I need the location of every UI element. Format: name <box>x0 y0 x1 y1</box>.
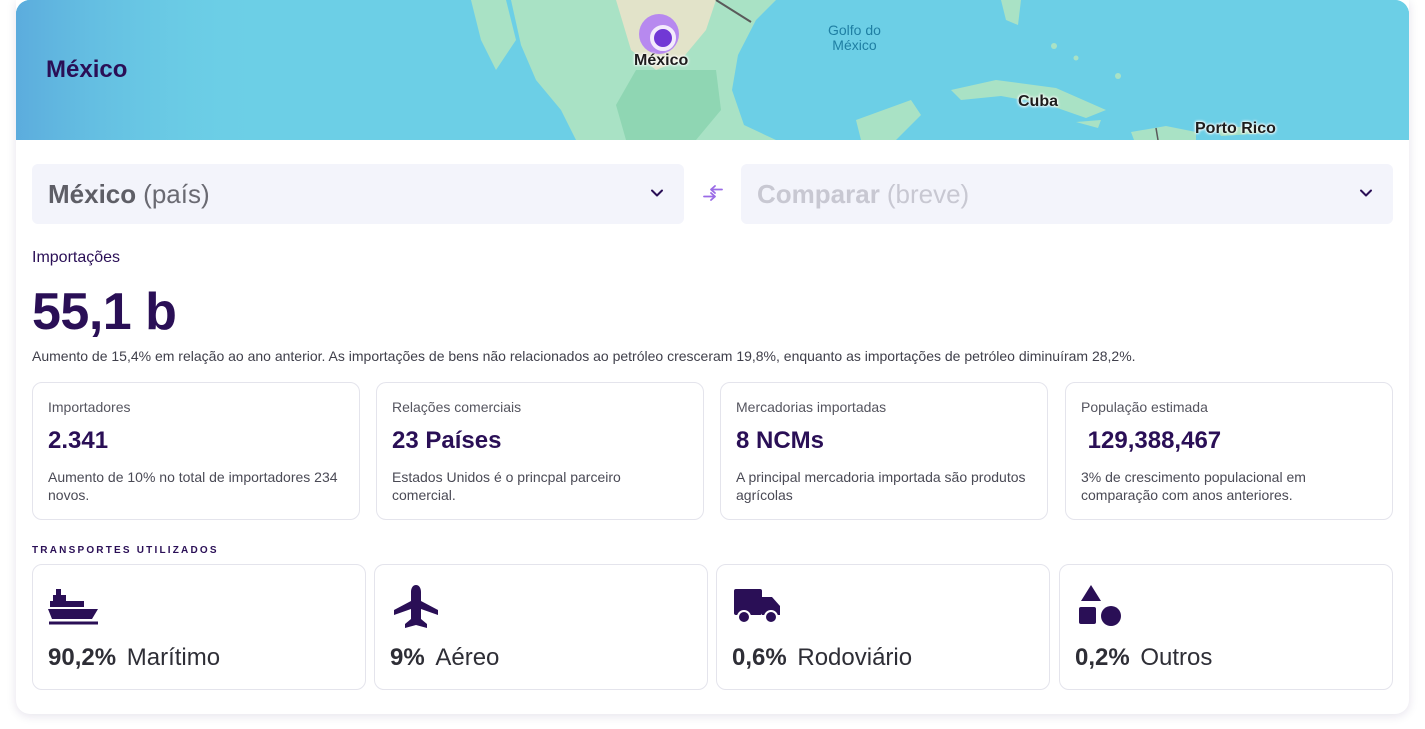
stat-label: População estimada <box>1081 399 1208 415</box>
stat-card-importers: Importadores 2.341 Aumento de 10% no tot… <box>32 382 360 520</box>
country-overview-card: México México Golfo do México Cuba Porto… <box>16 0 1409 714</box>
transport-name: Aéreo <box>435 644 500 671</box>
transport-line: 9% Aéreo <box>390 644 692 672</box>
stat-label: Mercadorias importadas <box>736 399 887 415</box>
transport-percent: 0,6% <box>732 644 787 671</box>
imports-value: 55,1 b <box>32 283 177 341</box>
map-title: México <box>46 56 128 83</box>
map-label-puerto-rico: Porto Rico <box>1195 120 1276 137</box>
country-select-name: México <box>48 178 137 209</box>
stat-card-goods: Mercadorias importadas 8 NCMs A principa… <box>720 382 1048 520</box>
transport-line: 90,2% Marítimo <box>48 644 350 672</box>
shapes-icon <box>1079 585 1121 626</box>
stat-label: Relações comerciais <box>392 399 522 415</box>
stat-note: Aumento de 10% no total de importadores … <box>48 469 338 503</box>
transport-name: Marítimo <box>126 644 221 671</box>
ship-icon <box>48 589 98 625</box>
swap-arrows-icon[interactable] <box>702 184 724 202</box>
stat-label: Importadores <box>48 399 131 415</box>
truck-icon <box>734 589 780 624</box>
map-label-gulf-line2: México <box>832 37 877 53</box>
stat-value: 2.341 <box>48 427 109 454</box>
country-select-type: (país) <box>143 178 210 209</box>
map-label-mexico: México <box>634 52 689 69</box>
stat-card-trade-relations: Relações comerciais 23 Países Estados Un… <box>376 382 704 520</box>
transport-percent: 0,2% <box>1075 644 1130 671</box>
map-label-gulf: Golfo do México <box>828 23 881 53</box>
compare-select[interactable]: Comparar (breve) <box>741 164 1393 224</box>
stat-card-population: População estimada 129,388,467 3% de cre… <box>1065 382 1393 520</box>
transport-line: 0,2% Outros <box>1075 644 1377 672</box>
transport-name: Outros <box>1140 644 1213 671</box>
imports-label: Importações <box>32 249 121 266</box>
map-label-cuba: Cuba <box>1018 93 1058 110</box>
stat-note: 3% de crescimento populacional em compar… <box>1081 469 1306 503</box>
transport-name: Rodoviário <box>797 644 913 671</box>
stat-note: A principal mercadoria importada são pro… <box>736 469 1026 503</box>
map-background <box>16 0 1409 140</box>
compare-select-name: Comparar <box>757 178 880 209</box>
location-pin-icon[interactable] <box>639 14 679 54</box>
transport-section-label: TRANSPORTES UTILIZADOS <box>32 545 219 556</box>
stat-note: Estados Unidos é o princpal parceiro com… <box>392 469 621 503</box>
imports-description: Aumento de 15,4% em relação ao ano anter… <box>32 348 1136 364</box>
stat-value: 23 Países <box>392 427 502 454</box>
transport-card-air: 9% Aéreo <box>374 564 708 690</box>
chevron-down-icon <box>651 189 663 197</box>
transport-line: 0,6% Rodoviário <box>732 644 1034 672</box>
transport-percent: 9% <box>390 644 425 671</box>
transport-percent: 90,2% <box>48 644 117 671</box>
map-header[interactable]: México México Golfo do México Cuba Porto… <box>16 0 1409 140</box>
country-select[interactable]: México (país) <box>32 164 684 224</box>
airplane-icon <box>394 585 438 628</box>
stat-value: 8 NCMs <box>736 427 825 454</box>
transport-card-maritime: 90,2% Marítimo <box>32 564 366 690</box>
transport-card-others: 0,2% Outros <box>1059 564 1393 690</box>
transport-card-road: 0,6% Rodoviário <box>716 564 1050 690</box>
map-label-gulf-line1: Golfo do <box>828 22 881 38</box>
stat-value: 129,388,467 <box>1081 427 1222 454</box>
compare-select-type: (breve) <box>886 178 970 209</box>
chevron-down-icon <box>1360 189 1372 197</box>
